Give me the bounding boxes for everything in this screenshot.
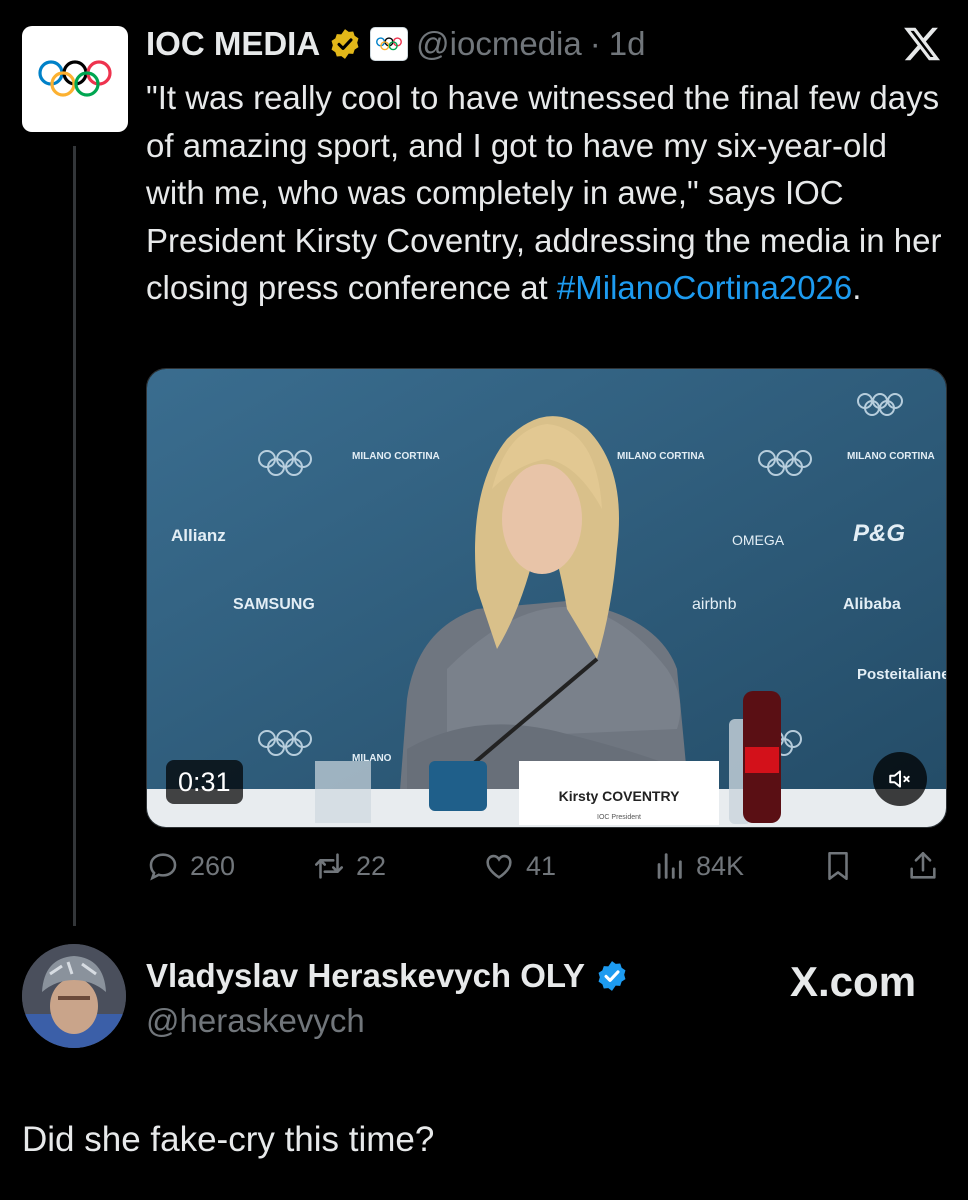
olympic-rings-icon xyxy=(376,37,403,51)
blue-verified-icon xyxy=(598,961,626,991)
svg-text:SAMSUNG: SAMSUNG xyxy=(233,596,315,613)
hashtag-link[interactable]: #MilanoCortina2026 xyxy=(557,269,852,306)
svg-text:airbnb: airbnb xyxy=(692,596,737,613)
xcom-text: X.com xyxy=(790,958,917,1005)
reply-button[interactable]: 260 xyxy=(146,846,235,886)
x-logo-icon[interactable] xyxy=(902,24,942,64)
svg-text:MILANO CORTINA: MILANO CORTINA xyxy=(617,451,705,462)
svg-text:Posteitaliane: Posteitaliane xyxy=(857,666,947,683)
like-button[interactable]: 41 xyxy=(482,846,556,886)
nameplate-name: Kirsty COVENTRY xyxy=(559,788,681,804)
like-count: 41 xyxy=(526,850,557,881)
quote-text: Did she fake-cry this time? xyxy=(22,1120,435,1159)
share-button[interactable] xyxy=(906,846,940,886)
affiliate-badge[interactable] xyxy=(370,27,409,61)
repost-icon xyxy=(314,853,344,879)
bookmark-icon xyxy=(828,851,848,881)
meta-separator: · xyxy=(589,25,601,62)
reply-icon xyxy=(149,853,177,881)
post-age[interactable]: 1d xyxy=(609,25,646,63)
tweet-text: "It was really cool to have witnessed th… xyxy=(146,74,946,312)
views-count: 84K xyxy=(696,850,745,881)
heraskevych-avatar[interactable] xyxy=(22,944,126,1048)
like-icon xyxy=(486,854,512,879)
gold-verified-icon xyxy=(331,29,359,59)
video-player[interactable]: Allianz SAMSUNG OMEGA airbnb P&G Alibaba… xyxy=(146,368,947,828)
svg-text:P&G: P&G xyxy=(853,520,905,547)
tweet-header: IOC MEDIA @iocmedia · 1d xyxy=(146,22,645,66)
mute-button[interactable] xyxy=(873,752,927,806)
quote-author-name[interactable]: Vladyslav Heraskevych OLY xyxy=(146,957,585,995)
svg-text:OMEGA: OMEGA xyxy=(732,532,785,548)
views-button[interactable]: 84K xyxy=(652,846,744,886)
repost-count: 22 xyxy=(356,850,387,881)
svg-text:MILANO CORTINA: MILANO CORTINA xyxy=(352,451,440,462)
tweet-end: . xyxy=(852,269,862,306)
video-duration: 0:31 xyxy=(166,760,243,804)
nameplate-title: IOC President xyxy=(597,814,641,821)
share-icon xyxy=(910,851,936,879)
thread-line xyxy=(73,146,76,926)
author-name[interactable]: IOC MEDIA xyxy=(146,25,320,63)
quote-author-handle[interactable]: @heraskevych xyxy=(146,1002,365,1040)
ioc-avatar[interactable] xyxy=(22,26,128,132)
views-icon xyxy=(657,853,682,879)
svg-text:Allianz: Allianz xyxy=(171,526,226,545)
author-handle[interactable]: @iocmedia xyxy=(416,25,582,63)
quote-header: Vladyslav Heraskevych OLY xyxy=(146,954,629,998)
bookmark-button[interactable] xyxy=(821,846,855,886)
repost-button[interactable]: 22 xyxy=(312,846,386,886)
olympic-rings-icon xyxy=(38,60,112,97)
video-frame: Allianz SAMSUNG OMEGA airbnb P&G Alibaba… xyxy=(147,369,947,827)
svg-text:Alibaba: Alibaba xyxy=(843,596,901,613)
svg-text:MILANO CORTINA: MILANO CORTINA xyxy=(847,451,935,462)
avatar-image xyxy=(22,944,126,1048)
xcom-watermark: X.com xyxy=(790,958,916,1006)
mute-icon xyxy=(889,770,910,788)
reply-count: 260 xyxy=(190,850,236,881)
